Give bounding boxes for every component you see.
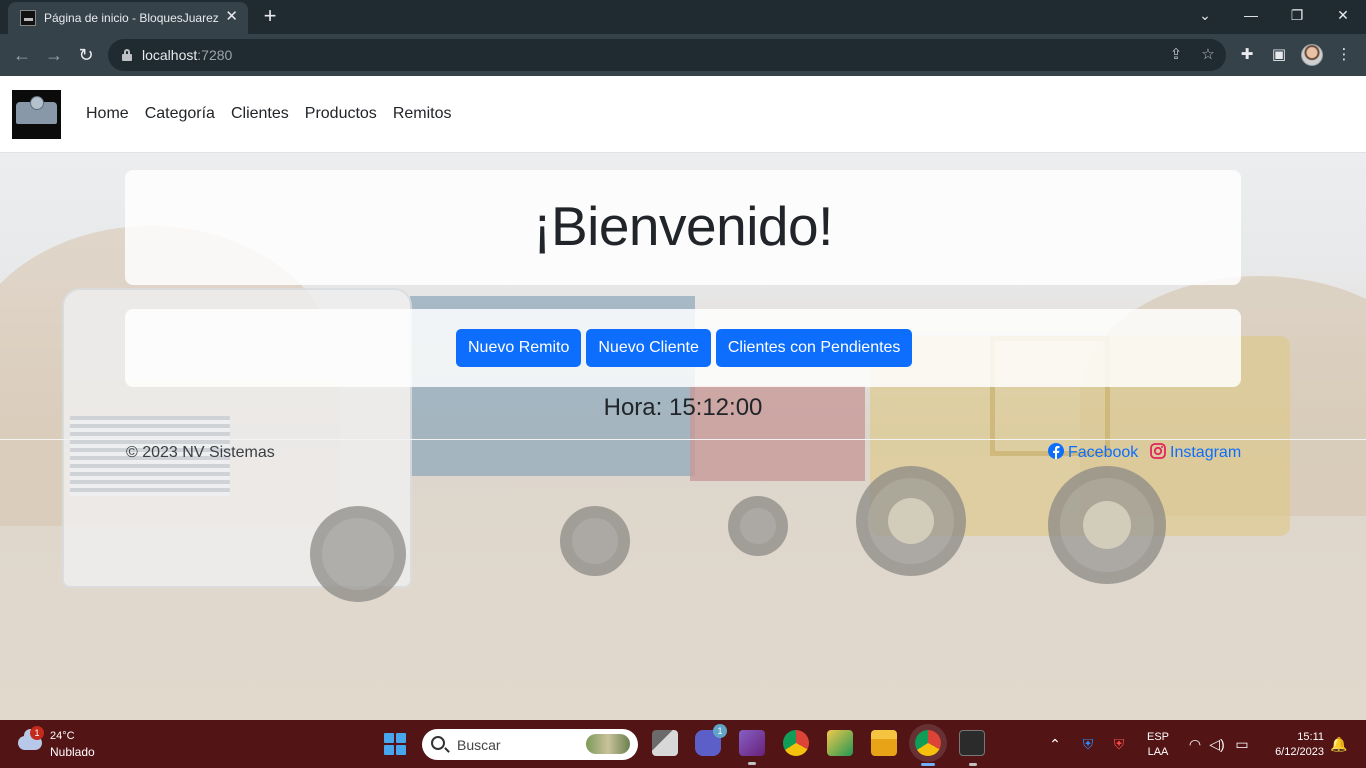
chrome-icon[interactable] <box>783 730 809 756</box>
volume-icon[interactable]: ◁) <box>1208 735 1226 753</box>
visual-studio-icon[interactable] <box>739 730 765 765</box>
task-view-icon[interactable] <box>652 730 678 756</box>
action-buttons: Nuevo Remito Nuevo Cliente Clientes con … <box>456 329 913 367</box>
menu-kebab-icon[interactable]: ⋮ <box>1333 44 1355 66</box>
antivirus-shield-icon[interactable]: ⛨ <box>1110 735 1128 753</box>
extensions-puzzle-icon[interactable]: ✚ <box>1236 44 1258 66</box>
system-date: 6/12/2023 <box>1275 746 1324 758</box>
facebook-label: Facebook <box>1068 444 1139 461</box>
nav-link-clientes[interactable]: Clientes <box>231 105 289 123</box>
nav-link-home[interactable]: Home <box>86 105 129 123</box>
actions-card: Nuevo Remito Nuevo Cliente Clientes con … <box>125 309 1241 387</box>
facebook-link[interactable]: Facebook <box>1048 443 1138 462</box>
browser-toolbar: ← → ↻ localhost:7280 ⇪ ☆ ✚ ▣ ⋮ <box>0 34 1366 76</box>
tool-app-icon[interactable] <box>827 730 853 756</box>
browser-tab-strip: Página de inicio - BloquesJuarez ✕ + ⌄ —… <box>0 0 1366 34</box>
browser-tab[interactable]: Página de inicio - BloquesJuarez ✕ <box>8 2 248 34</box>
language-code: ESP <box>1146 731 1169 743</box>
search-placeholder: Buscar <box>457 737 501 753</box>
lock-icon[interactable] <box>122 49 132 61</box>
notification-bell-icon[interactable]: 🔔 <box>1330 735 1348 753</box>
welcome-title: ¡Bienvenido! <box>533 195 833 257</box>
site-favicon-icon <box>20 10 36 26</box>
instagram-label: Instagram <box>1170 444 1242 461</box>
file-explorer-icon[interactable] <box>871 730 897 756</box>
footer-divider <box>0 439 1366 440</box>
welcome-card: ¡Bienvenido! <box>125 170 1241 285</box>
search-highlight-image <box>586 734 630 754</box>
brand-logo[interactable] <box>12 90 61 139</box>
weather-widget[interactable]: 1 24°C Nublado <box>16 726 136 762</box>
search-icon <box>431 736 445 750</box>
new-client-button[interactable]: Nuevo Cliente <box>586 329 711 367</box>
pending-clients-button[interactable]: Clientes con Pendientes <box>715 329 913 367</box>
bookmark-star-icon[interactable]: ☆ <box>1198 45 1218 65</box>
share-icon[interactable]: ⇪ <box>1166 45 1186 65</box>
tab-close-icon[interactable]: ✕ <box>225 8 238 26</box>
weather-condition: Nublado <box>50 745 95 759</box>
wifi-icon[interactable]: ◠ <box>1186 735 1204 753</box>
forward-icon[interactable]: → <box>42 43 66 67</box>
nav-link-categoria[interactable]: Categoría <box>145 105 215 123</box>
reload-icon[interactable]: ↻ <box>74 43 98 67</box>
tray-overflow-chevron-icon[interactable]: ⌃ <box>1046 735 1064 753</box>
taskbar-search[interactable]: Buscar <box>422 729 638 760</box>
url-text: localhost:7280 <box>142 47 232 63</box>
web-page: Home Categoría Clientes Productos Remito… <box>0 76 1366 720</box>
close-window-icon[interactable]: ✕ <box>1320 0 1366 30</box>
windows-taskbar: 1 24°C Nublado Buscar 1 ⌃ ⛨ ⛨ ESP LAA ◠ … <box>0 720 1366 768</box>
weather-badge: 1 <box>30 726 44 740</box>
current-time: Hora: 15:12:00 <box>603 394 763 421</box>
terminal-icon[interactable] <box>959 730 985 766</box>
tab-title: Página de inicio - BloquesJuarez <box>44 11 219 25</box>
profile-avatar[interactable] <box>1301 44 1323 66</box>
minimize-icon[interactable]: — <box>1228 0 1274 30</box>
keyboard-layout: LAA <box>1147 746 1169 758</box>
instagram-icon <box>1150 443 1166 459</box>
nav-link-remitos[interactable]: Remitos <box>393 105 452 123</box>
system-clock[interactable]: 15:11 6/12/2023 <box>1262 730 1324 760</box>
system-time: 15:11 <box>1297 731 1324 743</box>
copyright-text: © 2023 NV Sistemas <box>126 444 275 461</box>
chrome-profile-icon[interactable] <box>915 730 941 766</box>
nav-links: Home Categoría Clientes Productos Remito… <box>86 105 452 123</box>
language-indicator[interactable]: ESP LAA <box>1146 730 1170 760</box>
new-remito-button[interactable]: Nuevo Remito <box>456 329 582 367</box>
weather-temp: 24°C <box>50 730 75 742</box>
teams-badge: 1 <box>713 724 727 738</box>
site-navbar: Home Categoría Clientes Productos Remito… <box>0 76 1366 153</box>
back-icon[interactable]: ← <box>10 43 34 67</box>
teams-chat-icon[interactable]: 1 <box>695 724 727 756</box>
url-host: localhost <box>142 47 198 63</box>
tab-search-icon[interactable]: ⌄ <box>1182 0 1228 30</box>
start-button[interactable] <box>384 733 406 755</box>
url-port: :7280 <box>197 47 233 63</box>
restore-icon[interactable]: ❐ <box>1274 0 1320 30</box>
address-bar[interactable]: localhost:7280 ⇪ ☆ <box>108 39 1226 71</box>
side-panel-icon[interactable]: ▣ <box>1268 44 1290 66</box>
security-shield-icon[interactable]: ⛨ <box>1079 735 1097 753</box>
new-tab-button[interactable]: + <box>258 4 282 28</box>
facebook-icon <box>1048 443 1064 459</box>
battery-icon[interactable]: ▭ <box>1233 735 1251 753</box>
instagram-link[interactable]: Instagram <box>1150 443 1241 462</box>
nav-link-productos[interactable]: Productos <box>305 105 377 123</box>
